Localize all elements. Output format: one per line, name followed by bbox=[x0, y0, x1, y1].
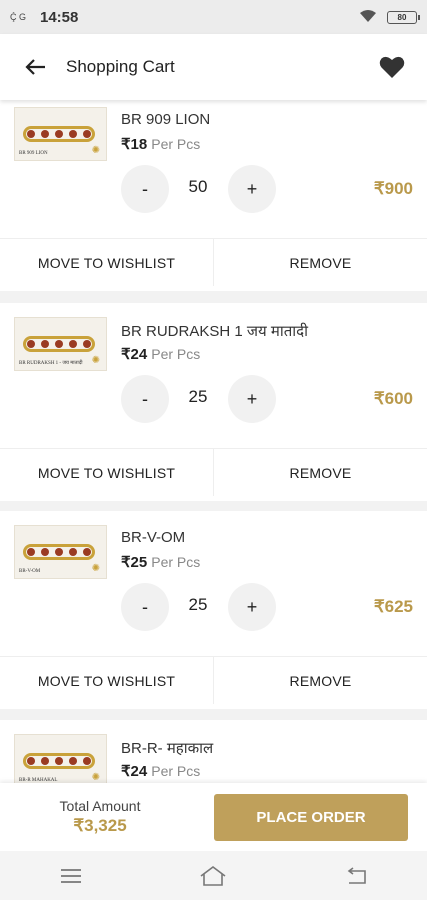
remove-button[interactable]: REMOVE bbox=[213, 657, 427, 704]
wifi-icon bbox=[359, 9, 377, 26]
product-thumbnail[interactable]: BR 909 LION ✺ bbox=[14, 107, 107, 161]
total-box: Total Amount ₹3,325 bbox=[0, 798, 200, 836]
system-nav-bar bbox=[0, 851, 427, 900]
back-arrow-icon[interactable] bbox=[20, 52, 50, 82]
wishlist-heart-icon[interactable] bbox=[377, 52, 407, 82]
app-bar: Shopping Cart bbox=[0, 34, 427, 100]
place-order-button[interactable]: PLACE ORDER bbox=[214, 794, 408, 841]
line-total: ₹900 bbox=[373, 179, 413, 198]
unit-price: ₹25 Per Pcs bbox=[121, 554, 201, 571]
product-thumbnail[interactable]: BR-R MAHAKAL ✺ bbox=[14, 734, 107, 783]
checkout-bar: Total Amount ₹3,325 PLACE ORDER bbox=[0, 783, 427, 851]
brand-logo-icon: ✺ bbox=[91, 772, 100, 783]
cart-item: BR RUDRAKSH 1 - जय मातादी ✺ BR RUDRAKSH … bbox=[0, 303, 427, 501]
product-thumbnail[interactable]: BR RUDRAKSH 1 - जय मातादी ✺ bbox=[14, 317, 107, 371]
product-thumbnail[interactable]: BR-V-OM ✺ bbox=[14, 525, 107, 579]
increase-qty-button[interactable]: + bbox=[228, 165, 276, 213]
remove-button[interactable]: REMOVE bbox=[213, 449, 427, 496]
status-bar: Ḉ G 14:58 80 bbox=[0, 0, 427, 34]
item-actions: MOVE TO WISHLIST REMOVE bbox=[0, 238, 427, 286]
brand-logo-icon: ✺ bbox=[91, 355, 100, 366]
total-amount: ₹3,325 bbox=[73, 816, 127, 835]
cart-list: BR 909 LION ✺ BR 909 LION ₹18 Per Pcs - 5… bbox=[0, 100, 427, 783]
move-to-wishlist-button[interactable]: MOVE TO WISHLIST bbox=[0, 657, 213, 704]
cart-item: BR-R MAHAKAL ✺ BR-R- महाकाल ₹24 Per Pcs bbox=[0, 720, 427, 783]
page-title: Shopping Cart bbox=[66, 57, 175, 76]
unit-price: ₹24 Per Pcs bbox=[121, 763, 201, 780]
line-total: ₹625 bbox=[373, 597, 413, 616]
quantity-value: 25 bbox=[188, 387, 208, 406]
total-label: Total Amount bbox=[59, 798, 141, 814]
increase-qty-button[interactable]: + bbox=[228, 375, 276, 423]
item-actions: MOVE TO WISHLIST REMOVE bbox=[0, 448, 427, 496]
unit-price: ₹24 Per Pcs bbox=[121, 346, 201, 363]
line-total: ₹600 bbox=[373, 389, 413, 408]
battery-icon: 80 bbox=[387, 10, 420, 24]
remove-button[interactable]: REMOVE bbox=[213, 239, 427, 286]
decrease-qty-button[interactable]: - bbox=[121, 375, 169, 423]
product-name: BR 909 LION bbox=[121, 111, 211, 128]
menu-icon[interactable] bbox=[51, 861, 91, 891]
status-time: 14:58 bbox=[40, 8, 79, 26]
unit-price: ₹18 Per Pcs bbox=[121, 136, 201, 153]
brand-logo-icon: ✺ bbox=[91, 563, 100, 574]
cart-item: BR 909 LION ✺ BR 909 LION ₹18 Per Pcs - 5… bbox=[0, 100, 427, 291]
product-name: BR RUDRAKSH 1 जय मातादी bbox=[121, 323, 308, 340]
quantity-value: 25 bbox=[188, 595, 208, 614]
home-icon[interactable] bbox=[193, 861, 233, 891]
item-actions: MOVE TO WISHLIST REMOVE bbox=[0, 656, 427, 704]
move-to-wishlist-button[interactable]: MOVE TO WISHLIST bbox=[0, 449, 213, 496]
product-name: BR-V-OM bbox=[121, 529, 186, 546]
cart-item: BR-V-OM ✺ BR-V-OM ₹25 Per Pcs - 25 + ₹625… bbox=[0, 511, 427, 709]
increase-qty-button[interactable]: + bbox=[228, 583, 276, 631]
quantity-value: 50 bbox=[188, 177, 208, 196]
back-nav-icon[interactable] bbox=[336, 861, 376, 891]
brand-logo-icon: ✺ bbox=[91, 145, 100, 156]
decrease-qty-button[interactable]: - bbox=[121, 583, 169, 631]
signal-icon: Ḉ G bbox=[10, 11, 27, 22]
decrease-qty-button[interactable]: - bbox=[121, 165, 169, 213]
move-to-wishlist-button[interactable]: MOVE TO WISHLIST bbox=[0, 239, 213, 286]
product-name: BR-R- महाकाल bbox=[121, 740, 214, 757]
